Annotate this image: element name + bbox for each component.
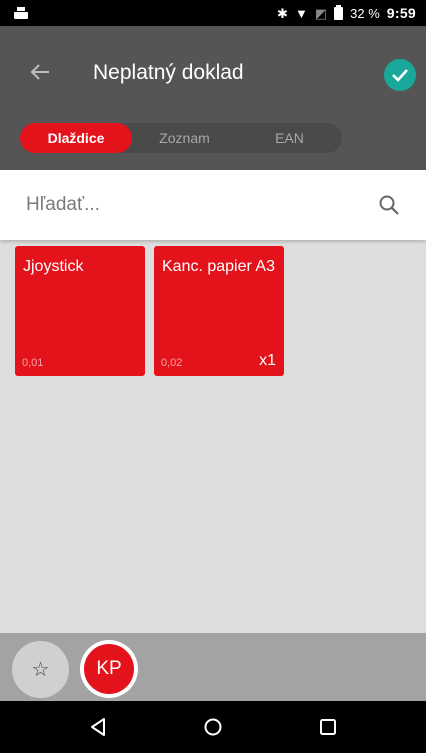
checkmark-icon bbox=[392, 69, 408, 82]
star-icon: ☆ bbox=[31, 659, 50, 681]
search-input[interactable] bbox=[0, 185, 366, 225]
square-recents-svg bbox=[320, 719, 337, 735]
nav-home-icon[interactable] bbox=[189, 707, 237, 747]
no-signal-icon: ◩ bbox=[314, 5, 328, 21]
avatar: KP bbox=[84, 644, 134, 694]
clock: 9:59 bbox=[386, 5, 416, 21]
page-title: Neplatný doklad bbox=[93, 61, 244, 84]
product-tile[interactable]: Kanc. papier A3 0,02 x1 bbox=[154, 246, 284, 376]
product-grid: Jjoystick 0,01 Kanc. papier A3 0,02 x1 bbox=[0, 240, 426, 633]
triangle-back-svg bbox=[90, 718, 105, 736]
wifi-icon: ▼ bbox=[294, 5, 308, 21]
confirm-button[interactable] bbox=[384, 59, 416, 91]
tab-ean[interactable]: EAN bbox=[237, 123, 342, 153]
bottom-bar: ☆ KP bbox=[0, 633, 426, 701]
back-arrow-svg bbox=[30, 64, 49, 80]
product-name: Jjoystick bbox=[23, 258, 84, 275]
battery-percent: 32 % bbox=[350, 5, 380, 21]
back-arrow-icon[interactable] bbox=[22, 56, 58, 92]
bluetooth-icon: ✱ bbox=[277, 5, 288, 21]
circle-home-svg bbox=[204, 718, 222, 736]
nav-back-icon[interactable] bbox=[74, 707, 122, 747]
battery-icon bbox=[334, 4, 344, 20]
user-avatar-button[interactable]: KP bbox=[80, 640, 138, 698]
tab-list[interactable]: Zoznam bbox=[132, 123, 237, 153]
product-name: Kanc. papier A3 bbox=[162, 258, 275, 275]
magnifier-svg bbox=[379, 195, 399, 215]
view-mode-tabs: Dlaždice Zoznam EAN bbox=[20, 123, 342, 153]
printer-icon bbox=[14, 6, 28, 20]
favorites-button[interactable]: ☆ bbox=[12, 641, 69, 698]
search-bar bbox=[0, 170, 426, 240]
product-price: 0,01 bbox=[22, 357, 44, 369]
system-nav-bar bbox=[0, 701, 426, 753]
tab-tiles[interactable]: Dlaždice bbox=[20, 123, 132, 153]
nav-recents-icon[interactable] bbox=[304, 707, 352, 747]
search-icon[interactable] bbox=[366, 182, 412, 228]
product-price: 0,02 bbox=[161, 357, 183, 369]
status-bar: ✱ ▼ ◩ 32 % 9:59 bbox=[0, 0, 426, 26]
product-tile[interactable]: Jjoystick 0,01 bbox=[15, 246, 145, 376]
product-quantity: x1 bbox=[259, 352, 276, 369]
toolbar: Neplatný doklad Dlaždice Zoznam EAN bbox=[0, 26, 426, 170]
